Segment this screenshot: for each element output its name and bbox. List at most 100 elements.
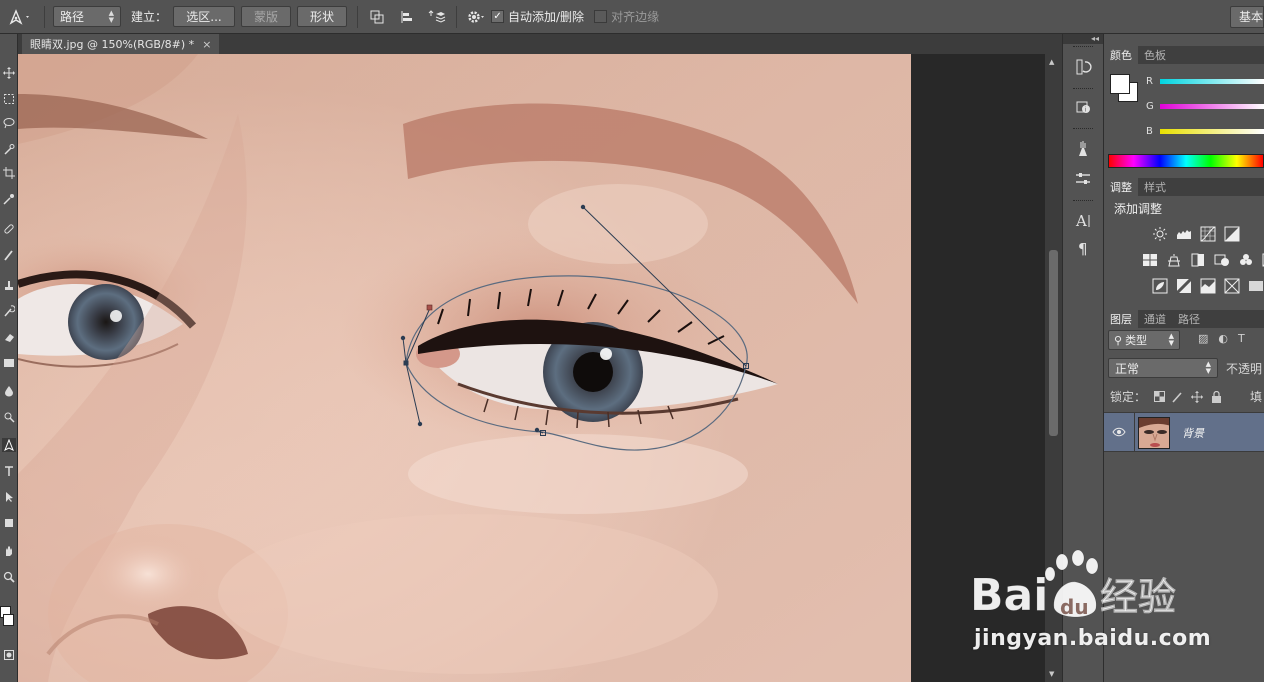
make-mask-button[interactable]: 蒙版	[241, 6, 292, 27]
invert-icon[interactable]	[1150, 276, 1170, 296]
eye-icon[interactable]	[1112, 425, 1126, 439]
quick-select-icon[interactable]	[2, 142, 16, 156]
path-arrangement-icon[interactable]	[425, 5, 449, 29]
workspace-button[interactable]: 基本	[1230, 6, 1264, 28]
tab-adjustments[interactable]: 调整	[1104, 178, 1138, 196]
gradient-map-icon[interactable]	[1246, 276, 1264, 296]
baidu-logo-text: Bai	[970, 570, 1048, 621]
quick-mask-icon[interactable]	[2, 648, 16, 662]
background-color-swatch[interactable]	[3, 614, 14, 626]
close-icon[interactable]: ×	[202, 38, 211, 51]
black-white-icon[interactable]	[1212, 250, 1232, 270]
levels-icon[interactable]	[1174, 224, 1194, 244]
document-tab[interactable]: 眼睛双.jpg @ 150%(RGB/8#) * ×	[22, 34, 220, 54]
lock-transparent-icon[interactable]	[1153, 391, 1165, 403]
brightness-contrast-icon[interactable]	[1150, 224, 1170, 244]
search-icon: ⚲	[1114, 333, 1123, 347]
crop-icon[interactable]	[2, 166, 16, 180]
selective-color-icon[interactable]	[1222, 276, 1242, 296]
foreground-color-chip[interactable]	[1110, 74, 1130, 94]
adjustment-filter-icon[interactable]: ◐	[1218, 332, 1228, 345]
lock-pixels-icon[interactable]	[1172, 391, 1184, 403]
add-adjustment-title: 添加调整	[1114, 202, 1163, 216]
scroll-down-icon[interactable]: ▼	[1049, 670, 1054, 678]
eyedropper-icon[interactable]	[2, 192, 16, 206]
type-filter-icon[interactable]: T	[1238, 332, 1245, 345]
blend-mode-value: 正常	[1115, 361, 1140, 376]
panel-grip[interactable]	[1073, 46, 1093, 49]
scroll-up-icon[interactable]: ▲	[1049, 58, 1054, 66]
tab-styles[interactable]: 样式	[1138, 178, 1172, 196]
gradient-icon[interactable]	[2, 356, 16, 370]
align-edges-checkbox[interactable]	[594, 10, 608, 23]
color-balance-icon[interactable]	[1188, 250, 1208, 270]
rectangle-icon[interactable]	[2, 516, 16, 530]
posterize-icon[interactable]	[1174, 276, 1194, 296]
adjustment-row-1	[1150, 224, 1242, 244]
properties-icon[interactable]	[1072, 168, 1094, 190]
gear-icon[interactable]	[464, 5, 488, 29]
tab-color[interactable]: 颜色	[1104, 46, 1138, 64]
clone-stamp-icon[interactable]	[2, 278, 16, 292]
threshold-icon[interactable]	[1198, 276, 1218, 296]
move-icon[interactable]	[2, 66, 16, 80]
canvas-area[interactable]	[18, 54, 1045, 682]
blue-track[interactable]	[1160, 128, 1264, 134]
panel-grip[interactable]	[1073, 200, 1093, 203]
layer-name[interactable]: 背景	[1182, 425, 1204, 441]
lock-position-icon[interactable]	[1191, 390, 1204, 403]
blend-mode-select[interactable]: 正常 ▲ ▼	[1108, 358, 1218, 378]
blue-slider[interactable]: B	[1146, 124, 1264, 138]
pixel-filter-icon[interactable]: ▨	[1198, 332, 1208, 345]
path-operations-icon[interactable]	[365, 5, 389, 29]
make-shape-button[interactable]: 形状	[297, 6, 348, 27]
lasso-icon[interactable]	[2, 116, 16, 130]
panel-grip[interactable]	[1073, 88, 1093, 91]
tab-swatches[interactable]: 色板	[1138, 46, 1172, 64]
history-icon[interactable]	[1072, 56, 1094, 78]
brush-presets-icon[interactable]	[1072, 138, 1094, 160]
red-track[interactable]	[1160, 78, 1264, 84]
eraser-icon[interactable]	[2, 330, 16, 344]
path-alignment-icon[interactable]	[395, 5, 419, 29]
layer-row-background[interactable]: 背景	[1104, 412, 1264, 453]
collapse-panels-icon[interactable]: ◂◂	[1063, 34, 1103, 44]
lock-all-icon[interactable]	[1210, 390, 1222, 403]
make-selection-button[interactable]: 选区...	[173, 6, 236, 27]
vibrance-icon[interactable]	[1140, 250, 1160, 270]
path-select-icon[interactable]	[2, 490, 16, 504]
tab-channels[interactable]: 通道	[1138, 310, 1172, 328]
healing-brush-icon[interactable]	[2, 222, 16, 236]
panel-grip[interactable]	[1073, 128, 1093, 131]
photo-filter-icon[interactable]	[1236, 250, 1256, 270]
tool-mode-select[interactable]: 路径 ▲ ▼	[53, 6, 121, 27]
dodge-icon[interactable]	[2, 410, 16, 424]
marquee-icon[interactable]	[2, 92, 16, 106]
pen-icon[interactable]	[2, 438, 16, 452]
layer-filter-icons: ▨ ◐ T	[1198, 332, 1245, 345]
zoom-icon[interactable]	[2, 570, 16, 584]
pen-icon[interactable]	[0, 0, 40, 34]
tab-layers[interactable]: 图层	[1104, 310, 1138, 328]
hue-saturation-icon[interactable]	[1164, 250, 1184, 270]
tab-paths[interactable]: 路径	[1172, 310, 1206, 328]
channel-mixer-icon[interactable]	[1260, 250, 1264, 270]
exposure-icon[interactable]	[1222, 224, 1242, 244]
character-icon[interactable]: A	[1072, 209, 1094, 231]
type-icon[interactable]	[2, 464, 16, 478]
blur-icon[interactable]	[2, 384, 16, 398]
hand-icon[interactable]	[2, 544, 16, 558]
color-spectrum[interactable]	[1108, 154, 1264, 168]
document-photo[interactable]	[18, 54, 911, 682]
layer-filter-select[interactable]: ⚲ 类型 ▲ ▼	[1108, 330, 1180, 350]
brush-icon[interactable]	[2, 248, 16, 262]
scroll-thumb[interactable]	[1049, 250, 1058, 436]
info-icon[interactable]: i	[1072, 96, 1094, 118]
red-slider[interactable]: R	[1146, 74, 1264, 88]
auto-add-delete-checkbox[interactable]: ✓	[491, 10, 505, 23]
green-track[interactable]	[1160, 103, 1264, 109]
curves-icon[interactable]	[1198, 224, 1218, 244]
history-brush-icon[interactable]	[2, 304, 16, 318]
paragraph-icon[interactable]: ¶	[1072, 237, 1094, 259]
green-slider[interactable]: G	[1146, 99, 1264, 113]
